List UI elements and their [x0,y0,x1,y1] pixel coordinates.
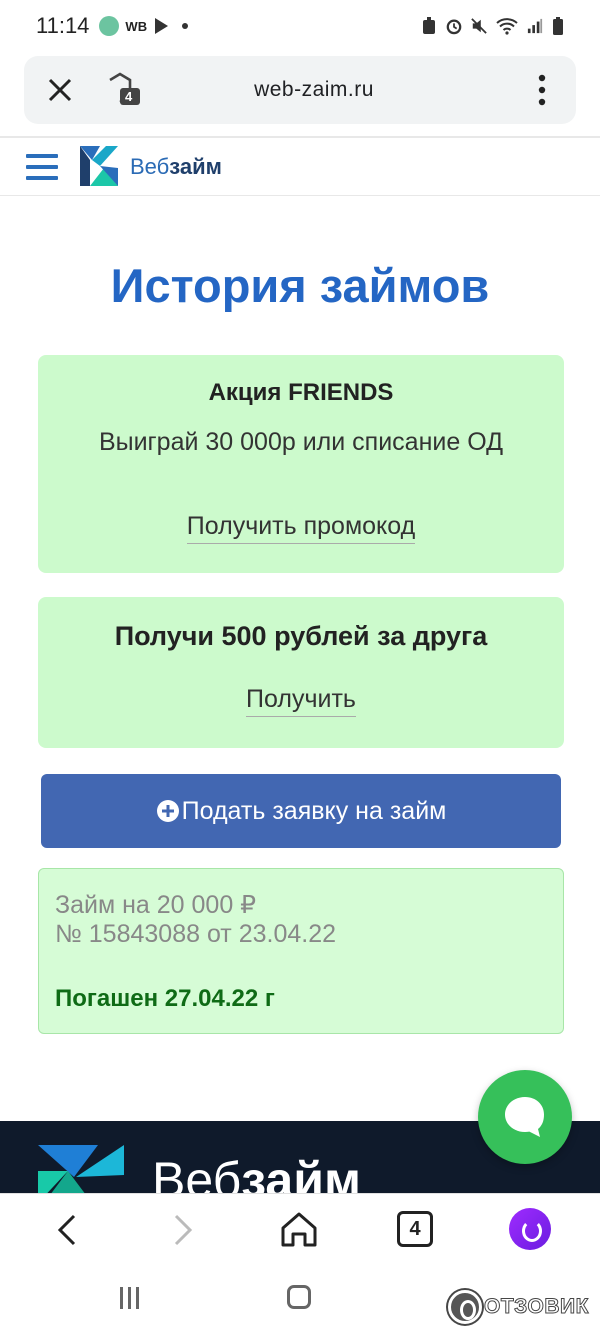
forward-icon[interactable] [172,1213,194,1247]
browser-bottom-bar: 4 [0,1193,600,1265]
loan-number-date: № 15843088 от 23.04.22 [55,920,337,948]
promo-referral-link-wrap: Получить [38,685,564,717]
shield-count: 4 [125,89,133,104]
tabs-switcher-button[interactable]: 4 [397,1211,433,1247]
close-icon[interactable] [46,76,74,104]
otzovik-watermark: ОТЗОВИК [448,1290,589,1324]
back-icon[interactable] [56,1213,78,1247]
chat-button[interactable] [478,1070,572,1164]
promo-friends-title: Акция FRIENDS [208,379,394,406]
recycle-icon [423,17,435,34]
logo-prefix: Веб [130,154,170,179]
more-vert-icon[interactable] [538,74,546,106]
status-bar: 11:14 WB [0,0,600,52]
promo-friends-link-wrap: Получить промокод [38,512,564,544]
logo-suffix: займ [169,154,222,179]
apply-for-loan-label: Подать заявку на займ [181,796,447,825]
site-logo-text[interactable]: Вебзайм [130,154,222,180]
otzovik-logo-icon [448,1290,482,1324]
app-notification-icon [99,16,120,36]
get-referral-link[interactable]: Получить [246,685,356,717]
home-icon[interactable] [279,1210,319,1248]
promo-referral-card: Получи 500 рублей за друга Получить [38,597,564,748]
promo-friends-description: Выиграй 30 000р или списание ОД [98,428,504,456]
wifi-icon [496,18,518,35]
url-text[interactable]: web-zaim.ru [164,78,464,102]
footer-logo-icon [38,1145,124,1193]
footer-logo-prefix: Веб [152,1152,242,1193]
status-time: 11:14 [36,13,90,38]
alice-assistant-icon[interactable] [509,1208,551,1250]
page-title: История займов [110,259,490,312]
status-icons [421,17,564,35]
system-home-icon[interactable] [287,1285,311,1309]
watermark-text: ОТЗОВИК [484,1295,589,1319]
alarm-icon [446,19,462,35]
hamburger-menu-icon[interactable] [26,154,58,182]
footer-logo-text: Вебзайм [152,1155,361,1193]
footer-logo-suffix: займ [241,1152,361,1193]
get-promo-code-link[interactable]: Получить промокод [186,512,416,544]
promo-friends-card: Акция FRIENDS Выиграй 30 000р или списан… [38,355,564,573]
wb-notification-icon: WB [125,18,148,34]
more-notifications-icon [182,23,189,29]
promo-referral-title: Получи 500 рублей за друга [114,621,488,651]
apply-for-loan-button[interactable]: Подать заявку на займ [41,774,561,848]
shield-icon [109,72,140,105]
loan-history-item[interactable]: Займ на 20 000 ₽ № 15843088 от 23.04.22 … [38,868,564,1034]
mute-icon [471,18,487,34]
webzaim-logo-icon[interactable] [78,144,120,190]
loan-status: Погашен 27.04.22 г [55,985,275,1012]
chat-bubble-icon [505,1097,544,1137]
battery-icon [553,17,563,35]
recents-icon[interactable] [120,1287,144,1309]
site-header: Вебзайм [0,136,600,196]
plus-circle-icon [156,800,179,822]
signal-icon [527,18,543,34]
play-store-icon [155,18,169,34]
loan-amount: Займ на 20 000 ₽ [55,891,257,919]
protection-badge[interactable]: 4 [104,72,144,108]
address-bar[interactable]: 4 web-zaim.ru [24,56,576,124]
